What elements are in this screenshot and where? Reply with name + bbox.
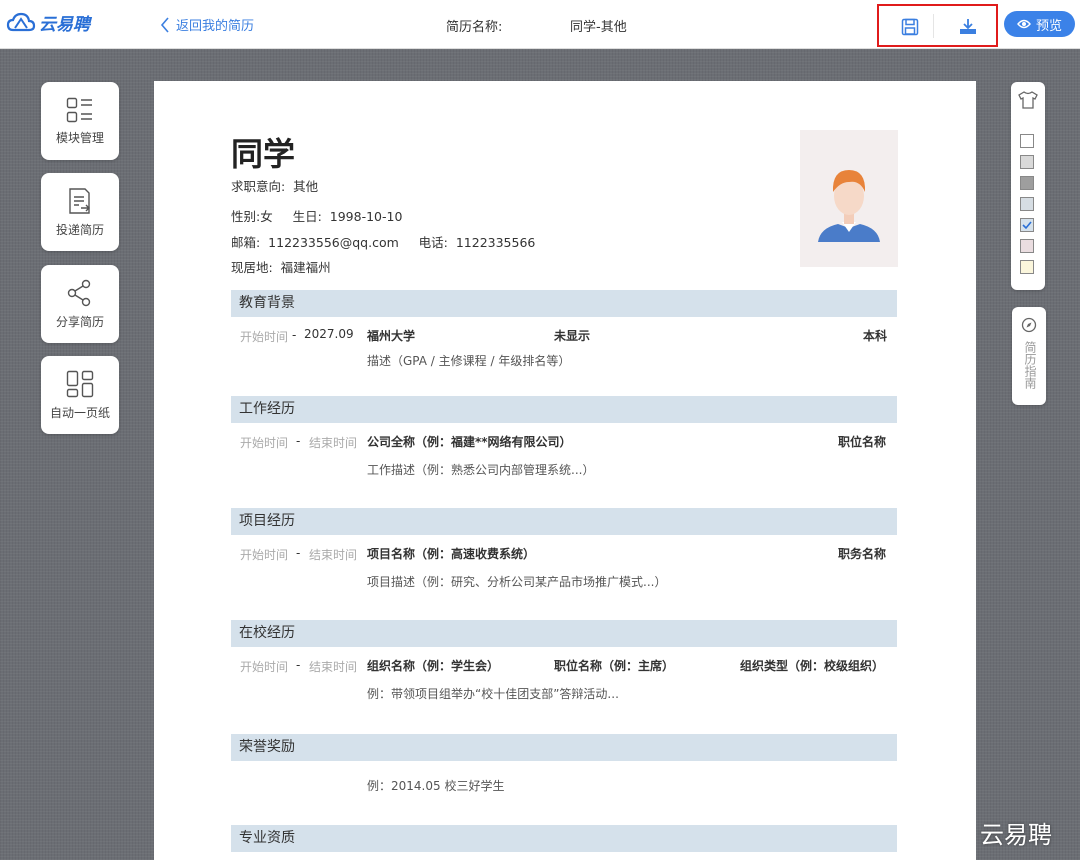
campus-start-date[interactable]: 开始时间 [240, 658, 288, 675]
job-intent-label: 求职意向: [231, 179, 286, 194]
contact-row[interactable]: 邮箱: 112233556@qq.com 电话: 1122335566 [231, 232, 535, 251]
campus-end-date[interactable]: 结束时间 [309, 658, 357, 675]
auto-one-page-label: 自动一页纸 [49, 405, 110, 420]
awards-description[interactable]: 例：2014.05 校三好学生 [367, 777, 504, 794]
project-description[interactable]: 项目描述（例：研究、分析公司某产品市场推广模式...） [367, 573, 666, 590]
work-company[interactable]: 公司全称（例：福建**网络有限公司） [367, 433, 572, 450]
logo-text: 云易聘 [39, 15, 90, 35]
birth-value: 1998-10-10 [329, 209, 403, 224]
send-resume-icon [69, 187, 90, 214]
download-icon [960, 19, 976, 34]
section-campus-header[interactable]: 在校经历 [231, 620, 897, 647]
check-icon [1022, 221, 1032, 230]
toolbar-divider [933, 14, 934, 38]
email-label: 邮箱: [231, 235, 261, 250]
campus-org-name[interactable]: 组织名称（例：学生会） [367, 657, 499, 674]
resume-guide-label: 简历指南 [1023, 341, 1037, 389]
share-resume-button[interactable]: 分享简历 [41, 265, 119, 343]
save-button[interactable] [895, 14, 925, 40]
resume-name-label: 简历名称: [446, 20, 503, 35]
project-start-date[interactable]: 开始时间 [240, 546, 288, 563]
resume-name-value[interactable]: 同学-其他 [570, 16, 627, 35]
project-end-date[interactable]: 结束时间 [309, 546, 357, 563]
location-row[interactable]: 现居地: 福建福州 [231, 257, 331, 276]
avatar-illustration [818, 170, 880, 242]
tshirt-icon[interactable] [1018, 91, 1038, 109]
resume-paper: 同学 求职意向: 其他 性别:女 生日: 1998-10-10 邮箱: 1122… [154, 81, 976, 860]
color-palette [1011, 82, 1045, 290]
compass-icon [1021, 317, 1037, 333]
work-start-date[interactable]: 开始时间 [240, 434, 288, 451]
campus-org-type[interactable]: 组织类型（例：校级组织） [740, 657, 884, 674]
location-label: 现居地: [231, 260, 273, 275]
back-to-my-resumes-link[interactable]: 返回我的简历 [160, 15, 254, 34]
campus-description[interactable]: 例：带领项目组举办“校十佳团支部”答辩活动... [367, 685, 619, 702]
swatch-gray[interactable] [1020, 176, 1034, 190]
edu-description[interactable]: 描述（GPA / 主修课程 / 年级排名等） [367, 352, 570, 369]
share-resume-label: 分享简历 [55, 314, 104, 329]
cloud-logo-icon [6, 12, 36, 31]
phone-label: 电话: [418, 235, 448, 250]
edu-date-dash: - [292, 328, 297, 342]
download-button[interactable] [953, 14, 983, 40]
swatch-light-blue[interactable] [1020, 218, 1034, 232]
email-value: 112233556@qq.com [268, 235, 399, 250]
swatch-pink[interactable] [1020, 239, 1034, 253]
job-intent-value: 其他 [293, 179, 319, 194]
swatch-white[interactable] [1020, 134, 1034, 148]
swatch-cream[interactable] [1020, 260, 1034, 274]
back-label: 返回我的简历 [176, 19, 255, 34]
edu-degree[interactable]: 本科 [863, 327, 887, 344]
top-bar: 云易聘 返回我的简历 简历名称: 同学-其他 预览 [0, 0, 1080, 49]
logo[interactable]: 云易聘 [6, 10, 90, 35]
edu-school[interactable]: 福州大学 [367, 327, 415, 344]
auto-one-page-button[interactable]: 自动一页纸 [41, 356, 119, 434]
birth-label: 生日: [292, 209, 322, 224]
location-value: 福建福州 [280, 260, 331, 275]
work-end-date[interactable]: 结束时间 [309, 434, 357, 451]
module-manage-button[interactable]: 模块管理 [41, 82, 119, 160]
swatch-light-gray[interactable] [1020, 155, 1034, 169]
edu-start-date[interactable]: 开始时间 [240, 328, 288, 345]
share-icon [67, 279, 91, 306]
resume-guide-button[interactable]: 简历指南 [1012, 307, 1046, 405]
section-qualifications-header[interactable]: 专业资质 [231, 825, 897, 852]
send-resume-label: 投递简历 [55, 222, 104, 237]
section-awards-header[interactable]: 荣誉奖励 [231, 734, 897, 761]
gender-label: 性别: [231, 209, 261, 224]
chevron-left-icon [160, 16, 169, 33]
edu-major[interactable]: 未显示 [554, 327, 590, 344]
save-download-toolbox [877, 4, 998, 47]
work-date-dash: - [296, 434, 301, 448]
phone-value: 1122335566 [455, 235, 536, 250]
preview-button[interactable]: 预览 [1004, 11, 1075, 37]
section-work-header[interactable]: 工作经历 [231, 396, 897, 423]
work-position[interactable]: 职位名称 [838, 433, 886, 450]
preview-label: 预览 [1035, 18, 1062, 34]
gender-value: 女 [260, 209, 273, 224]
job-intent-row[interactable]: 求职意向: 其他 [231, 176, 318, 195]
send-resume-button[interactable]: 投递简历 [41, 173, 119, 251]
module-manage-icon [66, 97, 92, 122]
campus-date-dash: - [296, 658, 301, 672]
save-icon [901, 18, 919, 36]
eye-icon [1017, 19, 1031, 29]
one-page-icon [66, 370, 94, 397]
weibo-watermark: 云易聘 [934, 815, 1052, 850]
edu-end-date[interactable]: 2027.09 [304, 327, 354, 341]
work-description[interactable]: 工作描述（例：熟悉公司内部管理系统...） [367, 461, 594, 478]
gender-birth-row[interactable]: 性别:女 生日: 1998-10-10 [231, 206, 402, 225]
section-education-header[interactable]: 教育背景 [231, 290, 897, 317]
watermark-text: 云易聘 [980, 821, 1052, 849]
project-name[interactable]: 项目名称（例：高速收费系统） [367, 545, 535, 562]
module-manage-label: 模块管理 [55, 130, 104, 145]
weibo-icon [936, 820, 971, 847]
candidate-name[interactable]: 同学 [231, 129, 295, 175]
campus-position[interactable]: 职位名称（例：主席） [554, 657, 674, 674]
project-role[interactable]: 职务名称 [838, 545, 886, 562]
swatch-blue-gray[interactable] [1020, 197, 1034, 211]
section-project-header[interactable]: 项目经历 [231, 508, 897, 535]
avatar[interactable] [800, 130, 898, 267]
project-date-dash: - [296, 546, 301, 560]
